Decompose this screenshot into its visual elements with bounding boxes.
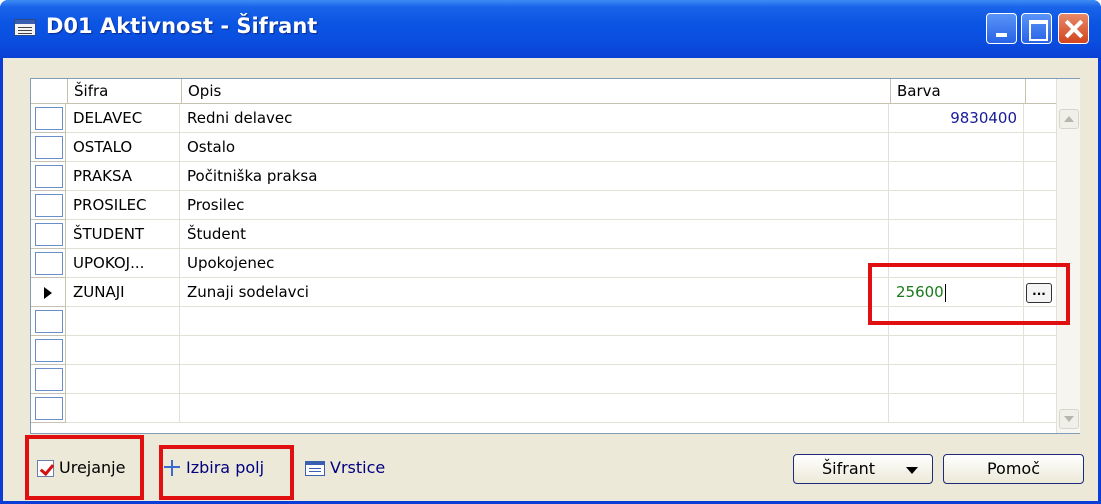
row-marker	[35, 165, 63, 188]
cell-color[interactable]: 9830400	[890, 104, 1024, 133]
highlight-color-field	[868, 263, 1070, 325]
current-row-arrow-icon	[44, 287, 52, 299]
row-selector[interactable]	[31, 104, 66, 133]
cell-color[interactable]	[890, 365, 1024, 394]
row-marker	[35, 107, 63, 130]
column-header-description[interactable]: Opis	[181, 79, 890, 103]
row-selector[interactable]	[31, 133, 66, 162]
field-select-button[interactable]: Izbira polj	[163, 454, 264, 482]
vertical-scrollbar[interactable]	[1056, 79, 1080, 433]
table-row[interactable]	[31, 336, 1056, 365]
row-marker	[35, 223, 63, 246]
row-marker	[35, 368, 63, 391]
window-title: D01 Aktivnost - Šifrant	[46, 14, 318, 38]
cell-color[interactable]	[890, 191, 1024, 220]
cell-code[interactable]	[67, 336, 180, 365]
cell-description[interactable]	[181, 365, 889, 394]
cell-code[interactable]: UPOKOJ...	[67, 249, 180, 278]
cell-description[interactable]	[181, 336, 889, 365]
maximize-button[interactable]	[1021, 13, 1052, 44]
cell-code[interactable]	[67, 365, 180, 394]
row-selector[interactable]	[31, 307, 66, 336]
table-row[interactable]: OSTALO Ostalo	[31, 133, 1056, 162]
title-bar[interactable]: D01 Aktivnost - Šifrant	[0, 0, 1101, 58]
field-select-label: Izbira polj	[186, 458, 265, 477]
cell-color[interactable]	[890, 394, 1024, 423]
cell-description[interactable]: Počitniška praksa	[181, 162, 889, 191]
table-row[interactable]: PROSILEC Prosilec	[31, 191, 1056, 220]
close-button[interactable]	[1058, 13, 1089, 44]
sifrant-menu-button[interactable]: Šifrant	[793, 454, 933, 484]
cell-extra	[1025, 191, 1056, 220]
cell-description[interactable]	[181, 307, 889, 336]
chevron-down-icon	[906, 467, 918, 474]
column-header-extra	[1025, 79, 1056, 103]
row-selector[interactable]	[31, 162, 66, 191]
cell-code[interactable]	[67, 307, 180, 336]
table-row[interactable]: PRAKSA Počitniška praksa	[31, 162, 1056, 191]
row-selector[interactable]	[31, 336, 66, 365]
cell-description[interactable]: Upokojenec	[181, 249, 889, 278]
column-header-code[interactable]: Šifra	[67, 79, 181, 103]
row-marker	[35, 252, 63, 275]
cell-description[interactable]	[181, 394, 889, 423]
cell-code[interactable]: ŠTUDENT	[67, 220, 180, 249]
cell-color[interactable]	[890, 336, 1024, 365]
row-selector[interactable]	[31, 249, 66, 278]
rows-label: Vrstice	[330, 458, 386, 477]
cell-description[interactable]: Ostalo	[181, 133, 889, 162]
table-row[interactable]: DELAVEC Redni delavec 9830400	[31, 104, 1056, 133]
edit-button[interactable]: Urejanje	[37, 454, 125, 482]
cell-code[interactable]	[67, 394, 180, 423]
cell-extra	[1025, 133, 1056, 162]
row-selector[interactable]	[31, 278, 66, 307]
move-fields-icon	[163, 459, 181, 477]
column-header-color[interactable]: Barva	[890, 79, 1025, 103]
row-marker	[35, 397, 63, 420]
row-marker	[35, 136, 63, 159]
cell-description[interactable]: Zunaji sodelavci	[181, 278, 889, 307]
minimize-button[interactable]	[986, 13, 1017, 44]
cell-code[interactable]: PROSILEC	[67, 191, 180, 220]
scroll-down-arrow-icon[interactable]	[1059, 409, 1079, 429]
scroll-up-arrow-icon[interactable]	[1059, 109, 1079, 129]
form-icon	[14, 19, 36, 36]
cell-extra	[1025, 162, 1056, 191]
cell-extra	[1025, 336, 1056, 365]
row-selector[interactable]	[31, 365, 66, 394]
list-grid: Šifra Opis Barva DELAVEC Redni delavec 983…	[30, 78, 1080, 434]
cell-code[interactable]: OSTALO	[67, 133, 180, 162]
table-row[interactable]: ŠTUDENT Študent	[31, 220, 1056, 249]
table-row[interactable]	[31, 394, 1056, 423]
cell-color[interactable]	[890, 162, 1024, 191]
cell-description[interactable]: Študent	[181, 220, 889, 249]
cell-extra	[1025, 104, 1056, 133]
cell-extra	[1025, 394, 1056, 423]
cell-code[interactable]: PRAKSA	[67, 162, 180, 191]
cell-extra	[1025, 365, 1056, 394]
row-selector[interactable]	[31, 220, 66, 249]
help-button[interactable]: Pomoč	[943, 454, 1084, 484]
rows-table-icon	[305, 460, 325, 476]
row-marker	[35, 310, 63, 333]
row-selector-header	[31, 79, 67, 103]
edit-label: Urejanje	[59, 458, 126, 477]
row-marker	[35, 194, 63, 217]
cell-code[interactable]: ZUNAJI	[67, 278, 180, 307]
row-marker	[35, 339, 63, 362]
row-selector[interactable]	[31, 394, 66, 423]
checkmark-icon	[37, 459, 54, 477]
cell-description[interactable]: Redni delavec	[181, 104, 889, 133]
cell-description[interactable]: Prosilec	[181, 191, 889, 220]
cell-color[interactable]	[890, 220, 1024, 249]
cell-code[interactable]: DELAVEC	[67, 104, 180, 133]
grid-header: Šifra Opis Barva	[31, 79, 1056, 104]
cell-extra	[1025, 220, 1056, 249]
cell-color[interactable]	[890, 133, 1024, 162]
table-row[interactable]	[31, 365, 1056, 394]
sifrant-label: Šifrant	[822, 459, 876, 478]
rows-button[interactable]: Vrstice	[305, 454, 385, 482]
row-selector[interactable]	[31, 191, 66, 220]
